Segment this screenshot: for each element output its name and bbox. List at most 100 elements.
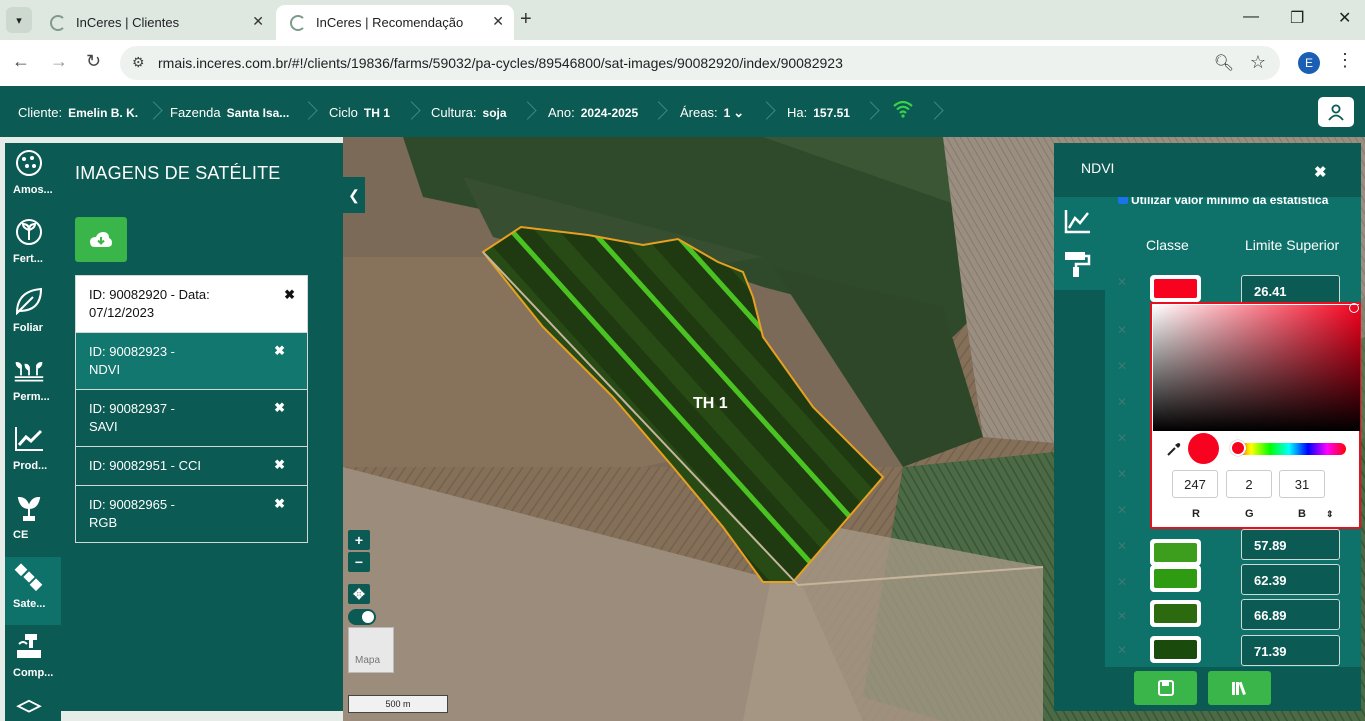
- header-cultura[interactable]: Cultura: soja: [431, 105, 507, 120]
- header-ano[interactable]: Ano: 2024-2025: [548, 105, 638, 120]
- loading-icon: [50, 15, 66, 31]
- user-menu-button[interactable]: [1318, 97, 1354, 127]
- layer-toggle[interactable]: [348, 609, 376, 625]
- close-icon[interactable]: ✖: [274, 399, 285, 417]
- close-icon[interactable]: ✖: [1314, 163, 1327, 181]
- remove-row-icon[interactable]: ✕: [1117, 395, 1127, 409]
- remove-row-icon[interactable]: ✕: [1117, 539, 1127, 553]
- close-icon[interactable]: ✖: [284, 286, 295, 304]
- collapse-panel-button[interactable]: ❮: [343, 177, 365, 213]
- bookmark-star-icon[interactable]: ☆: [1250, 52, 1266, 73]
- format-toggle-icon[interactable]: ⇕: [1326, 509, 1334, 520]
- zoom-icon[interactable]: 🔍︎: [1214, 53, 1234, 73]
- class-color-swatch[interactable]: [1150, 636, 1201, 663]
- ciclo-value: TH 1: [363, 106, 390, 120]
- sidebar-item-foliar[interactable]: Foliar: [5, 281, 61, 349]
- reload-button[interactable]: ↻: [86, 51, 101, 72]
- remove-row-icon[interactable]: ✕: [1117, 575, 1127, 589]
- class-color-swatch[interactable]: [1150, 600, 1201, 627]
- close-icon[interactable]: ✖: [274, 342, 285, 360]
- list-item[interactable]: ID: 90082951 - CCI ✖: [76, 447, 307, 486]
- zoom-in-button[interactable]: +: [348, 530, 370, 550]
- red-input[interactable]: 247: [1172, 470, 1218, 498]
- chart-tab-icon[interactable]: [1062, 206, 1092, 236]
- pan-button[interactable]: ✥: [348, 584, 370, 604]
- new-tab-button[interactable]: +: [520, 8, 532, 31]
- sidebar-item-produtividade[interactable]: Prod...: [5, 419, 61, 487]
- paint-roller-icon[interactable]: [1062, 249, 1092, 279]
- list-item[interactable]: ID: 90082965 - RGB ✖: [76, 486, 307, 542]
- restore-button[interactable]: ❐: [1290, 8, 1304, 28]
- saturation-area[interactable]: [1153, 303, 1360, 431]
- site-settings-icon[interactable]: ⚙: [132, 54, 145, 71]
- header-areas[interactable]: Áreas: 1 ⌄: [680, 105, 744, 121]
- blue-input[interactable]: 31: [1279, 470, 1325, 498]
- zoom-out-button[interactable]: −: [348, 552, 370, 572]
- close-icon[interactable]: ✕: [252, 13, 264, 30]
- minimap[interactable]: Mapa: [348, 627, 394, 673]
- browser-tab-clientes[interactable]: InCeres | Clientes ✕: [36, 5, 274, 40]
- areas-value: 1: [723, 106, 731, 120]
- browser-tab-recomendacao[interactable]: InCeres | Recomendação ✕: [276, 5, 514, 40]
- remove-row-icon[interactable]: ✕: [1117, 323, 1127, 337]
- limit-input[interactable]: 57.89: [1241, 529, 1340, 560]
- sidebar-item-fertilidade[interactable]: Fert...: [5, 212, 61, 280]
- close-icon[interactable]: ✖: [274, 495, 285, 513]
- header-cliente[interactable]: Cliente: Emelin B. K.: [18, 105, 138, 120]
- remove-row-icon[interactable]: ✕: [1117, 275, 1127, 289]
- minimize-button[interactable]: —: [1243, 8, 1259, 26]
- remove-row-icon[interactable]: ✕: [1117, 467, 1127, 481]
- blue-label: B: [1298, 508, 1306, 520]
- sidebar-item-ce[interactable]: CE: [5, 488, 61, 556]
- header-fazenda[interactable]: Fazenda Santa Isa...: [170, 105, 289, 120]
- remove-row-icon[interactable]: ✕: [1117, 431, 1127, 445]
- field-label[interactable]: TH 1: [693, 395, 728, 412]
- close-icon[interactable]: ✕: [492, 13, 504, 30]
- window-close-button[interactable]: ✕: [1338, 8, 1351, 28]
- list-item[interactable]: ID: 90082937 - SAVI ✖: [76, 390, 307, 447]
- fertility-icon: [16, 219, 42, 245]
- library-button[interactable]: [1208, 671, 1271, 705]
- limit-input[interactable]: 62.39: [1241, 564, 1340, 595]
- sidebar-item-label: Sate...: [13, 598, 46, 610]
- header-separator: [928, 100, 942, 124]
- sampling-icon: [16, 150, 42, 176]
- remove-row-icon[interactable]: ✕: [1117, 609, 1127, 623]
- tab-search-button[interactable]: ▾: [6, 7, 32, 33]
- remove-row-icon[interactable]: ✕: [1117, 359, 1127, 373]
- min-stat-checkbox[interactable]: Utilizar valor mínimo da estatística: [1118, 197, 1328, 207]
- green-input[interactable]: 2: [1226, 470, 1272, 498]
- remove-row-icon[interactable]: ✕: [1117, 503, 1127, 517]
- sidebar-item-satelite[interactable]: Sate...: [5, 557, 61, 625]
- save-button[interactable]: [1134, 671, 1197, 705]
- move-icon: ✥: [353, 585, 365, 602]
- profile-avatar[interactable]: E: [1298, 52, 1320, 74]
- image-index: SAVI: [89, 419, 118, 434]
- class-color-swatch[interactable]: [1150, 539, 1201, 566]
- saturation-cursor[interactable]: [1349, 303, 1359, 313]
- limit-input[interactable]: 71.39: [1241, 635, 1340, 666]
- class-color-swatch[interactable]: [1150, 565, 1201, 592]
- list-item[interactable]: ID: 90082923 - NDVI ✖: [76, 333, 307, 390]
- address-bar[interactable]: ⚙ rmais.inceres.com.br/#!/clients/19836/…: [120, 46, 1280, 80]
- url-text[interactable]: rmais.inceres.com.br/#!/clients/19836/fa…: [158, 55, 843, 71]
- column-header-limite: Limite Superior: [1245, 237, 1340, 253]
- sidebar-item-amostragem[interactable]: Amos...: [5, 143, 61, 211]
- close-icon[interactable]: ✖: [274, 456, 285, 474]
- layers-icon: [16, 699, 42, 713]
- header-ciclo[interactable]: Ciclo TH 1: [329, 105, 390, 120]
- image-date-header[interactable]: ID: 90082920 - Data: 07/12/2023 ✖: [76, 276, 307, 333]
- limit-input[interactable]: 66.89: [1241, 599, 1340, 630]
- eyedropper-icon[interactable]: [1166, 441, 1182, 457]
- sidebar-item-comp[interactable]: Comp...: [5, 626, 61, 694]
- browser-menu-icon[interactable]: ⋮: [1336, 50, 1354, 71]
- remove-row-icon[interactable]: ✕: [1117, 643, 1127, 657]
- sidebar-item-permanente[interactable]: Perm...: [5, 350, 61, 418]
- class-color-swatch[interactable]: [1150, 275, 1201, 302]
- back-button[interactable]: ←: [12, 51, 30, 72]
- sidebar-item-layers[interactable]: [5, 695, 61, 721]
- download-button[interactable]: [75, 217, 127, 262]
- hue-slider[interactable]: [1232, 443, 1346, 455]
- hue-slider-handle[interactable]: [1230, 440, 1246, 456]
- forward-button[interactable]: →: [50, 51, 68, 72]
